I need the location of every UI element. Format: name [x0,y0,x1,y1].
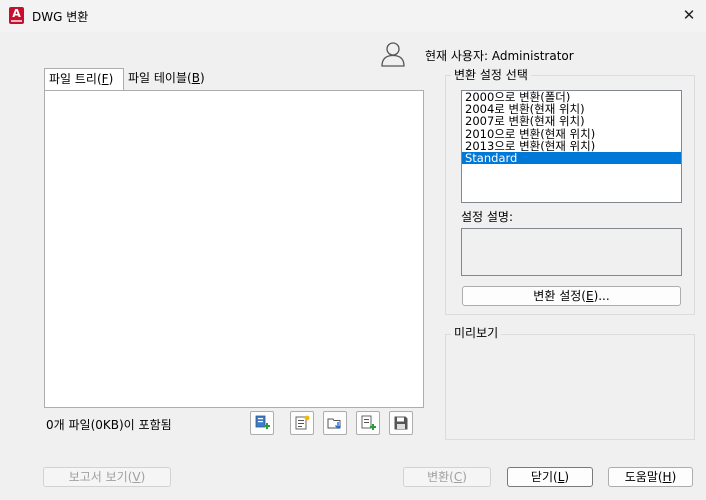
list-item[interactable]: 2000으로 변환(폴더) [462,91,681,103]
preview-title: 미리보기 [451,326,502,340]
tab-file-table[interactable]: 파일 테이블(B) [124,68,214,90]
user-icon [381,42,405,67]
conversion-setup-title: 변환 설정 선택 [451,68,531,82]
list-item[interactable]: 2010으로 변환(현재 위치) [462,128,681,140]
open-list-button[interactable] [323,411,347,435]
add-files-icon [255,415,270,429]
setup-description-label: 설정 설명: [461,210,514,224]
setup-description-box [461,228,682,276]
tab-file-tree[interactable]: 파일 트리(F) [44,68,124,90]
add-sheet-set-icon [295,415,310,430]
file-tree-panel[interactable] [44,90,424,408]
close-icon[interactable]: ✕ [676,3,702,27]
append-list-button[interactable] [356,411,380,435]
preview-group [445,334,695,440]
current-user-label: 현재 사용자: Administrator [425,49,574,63]
close-button[interactable]: 닫기(L) [507,467,593,487]
list-item[interactable]: 2013으로 변환(현재 위치) [462,140,681,152]
add-sheet-set-button[interactable] [290,411,314,435]
open-list-icon [327,418,341,429]
title-bar [0,0,706,32]
conversion-setups-button[interactable]: 변환 설정(E)... [462,286,681,306]
convert-button[interactable]: 변환(C) [403,467,491,487]
save-list-button[interactable] [389,411,413,435]
view-report-button[interactable]: 보고서 보기(V) [43,467,171,487]
save-list-icon [394,416,408,430]
append-list-icon [361,415,376,430]
list-item-selected[interactable]: Standard [462,151,681,165]
file-count-status: 0개 파일(0KB)이 포함됨 [46,418,172,432]
window-title: DWG 변환 [32,10,89,24]
list-item[interactable]: 2007로 변환(현재 위치) [462,115,681,127]
help-button[interactable]: 도움말(H) [608,467,693,487]
conversion-setup-list[interactable]: 2000으로 변환(폴더) 2004로 변환(현재 위치) 2007로 변환(현… [461,90,682,203]
autocad-logo-icon: A [9,7,24,24]
add-files-button[interactable] [250,411,274,435]
list-item[interactable]: 2004로 변환(현재 위치) [462,103,681,115]
